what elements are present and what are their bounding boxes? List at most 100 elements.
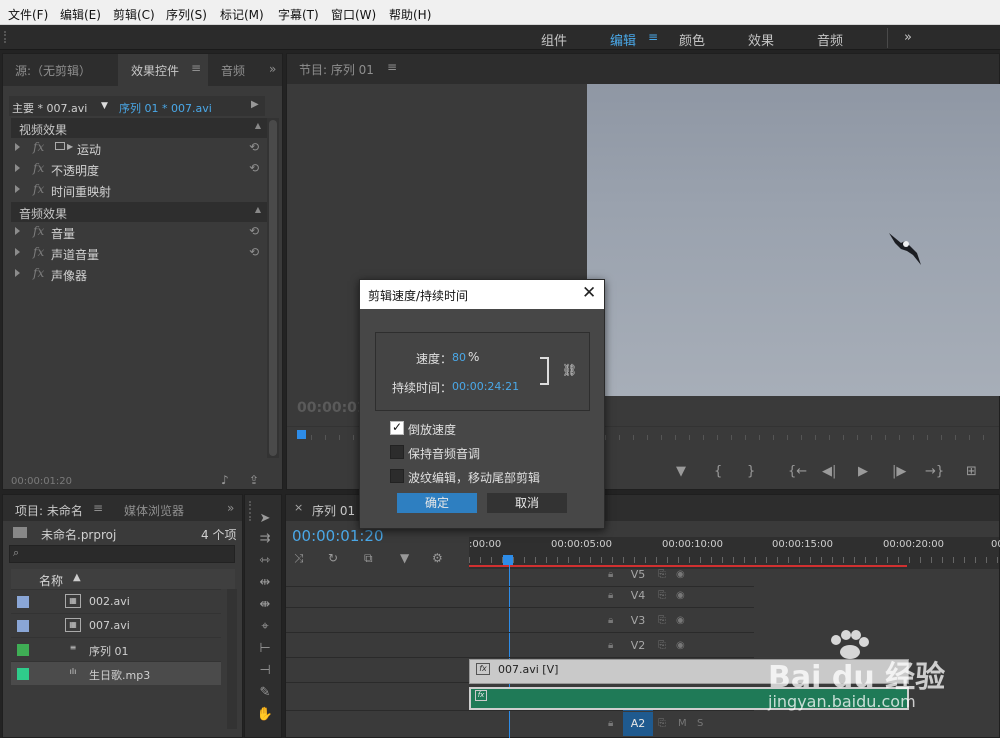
expand-icon[interactable] (15, 185, 20, 193)
eye-icon[interactable]: ◉ (676, 615, 685, 626)
maintain-pitch-label[interactable]: 保持音频音调 (408, 445, 480, 462)
scroll-thumb[interactable] (269, 120, 277, 456)
lock-icon[interactable]: 🔒︎ (608, 569, 613, 580)
expand-icon[interactable] (15, 143, 20, 151)
project-item-007[interactable]: ▦ 007.avi (11, 613, 221, 637)
play-icon[interactable]: ▶ (251, 99, 259, 110)
tab-effect-controls[interactable]: 效果控件 (131, 62, 179, 79)
menu-title[interactable]: 字幕(T) (278, 6, 319, 23)
lock-icon[interactable]: 🔒︎ (608, 640, 613, 651)
reset-icon[interactable]: ⟲ (249, 224, 259, 238)
lock-icon[interactable]: 🔒︎ (608, 615, 613, 626)
play-icon[interactable]: ▶ (858, 464, 868, 479)
effect-row-channel-volume[interactable]: fx 声道音量 ⟲ (11, 243, 267, 264)
speed-value-input[interactable]: 80 (452, 351, 466, 364)
eye-icon[interactable]: ◉ (676, 590, 685, 601)
menu-edit[interactable]: 编辑(E) (60, 6, 101, 23)
scrollbar[interactable] (227, 589, 237, 729)
ripple-edit-tool-icon[interactable]: ⇿ (255, 553, 275, 573)
play-audio-icon[interactable]: ♪ (221, 473, 229, 487)
pen-tool-icon[interactable]: ✎ (255, 685, 275, 705)
solo-button[interactable]: S (697, 718, 703, 729)
maintain-pitch-checkbox[interactable] (390, 445, 404, 459)
tab-media-browser[interactable]: 媒体浏览器 (124, 502, 184, 519)
sync-lock-icon[interactable]: ⎘ (658, 615, 666, 626)
step-back-icon[interactable]: ◀| (822, 464, 836, 479)
video-frame[interactable] (587, 84, 1000, 396)
workspace-tab-color[interactable]: 颜色 (679, 30, 705, 49)
expand-icon[interactable] (15, 164, 20, 172)
export-icon[interactable]: ⇪ (249, 473, 259, 487)
menu-sequence[interactable]: 序列(S) (166, 6, 207, 23)
reverse-speed-label[interactable]: 倒放速度 (408, 421, 456, 438)
track-select-tool-icon[interactable]: ⇉ (255, 531, 275, 551)
chain-link-icon[interactable]: ⛓︎ (562, 363, 577, 377)
effect-row-opacity[interactable]: fx 不透明度 ⟲ (11, 159, 267, 180)
add-marker-icon[interactable]: ▼ (676, 464, 686, 479)
workspace-tab-audio[interactable]: 音频 (817, 30, 843, 49)
expand-icon[interactable] (15, 269, 20, 277)
menu-icon[interactable]: ≡ (93, 501, 103, 515)
selection-tool-icon[interactable]: ➤ (255, 511, 275, 531)
reverse-speed-checkbox[interactable]: ✓ (390, 420, 404, 435)
label-color-swatch[interactable] (17, 596, 29, 608)
slip-tool-icon[interactable]: ⊢ (255, 641, 275, 661)
tab-sequence[interactable]: 序列 01 (312, 502, 355, 519)
timeline-timecode[interactable]: 00:00:01:20 (292, 527, 384, 545)
collapse-icon[interactable]: ▲ (255, 121, 261, 130)
project-item-002[interactable]: ▦ 002.avi (11, 589, 221, 613)
name-column-header[interactable]: 名称 (39, 572, 63, 589)
sync-lock-icon[interactable]: ⎘ (658, 718, 666, 729)
menu-help[interactable]: 帮助(H) (389, 6, 431, 23)
close-icon[interactable]: × (294, 501, 303, 514)
rolling-edit-tool-icon[interactable]: ⇹ (255, 575, 275, 595)
hand-tool-icon[interactable]: ✋ (255, 707, 275, 727)
label-color-swatch[interactable] (17, 644, 29, 656)
scrollbar[interactable] (267, 118, 279, 458)
track-target-v4[interactable]: V4 (623, 584, 653, 608)
mark-in-icon[interactable]: { (714, 464, 722, 479)
lock-icon[interactable]: 🔒︎ (608, 718, 613, 729)
menu-icon[interactable]: ≡ (387, 60, 397, 74)
tab-audio[interactable]: 音频 (221, 62, 245, 79)
ripple-edit-label[interactable]: 波纹编辑，移动尾部剪辑 (408, 469, 540, 486)
master-clip-label[interactable]: 主要 * 007.avi (12, 100, 87, 116)
tab-source[interactable]: 源:（无剪辑） (15, 62, 91, 79)
eye-icon[interactable]: ◉ (676, 569, 685, 580)
panel-more-button[interactable]: » (227, 501, 234, 515)
effect-row-motion[interactable]: fx ▶ 运动 ⟲ (11, 138, 267, 159)
sync-lock-icon[interactable]: ⎘ (658, 640, 666, 651)
sync-lock-icon[interactable]: ⎘ (658, 569, 666, 580)
menu-icon[interactable]: ≡ (191, 61, 201, 75)
workspace-tab-assembly[interactable]: 组件 (541, 30, 567, 49)
menu-icon[interactable]: ≡ (648, 30, 658, 44)
expand-icon[interactable] (15, 227, 20, 235)
razor-tool-icon[interactable]: ⌖ (255, 619, 275, 639)
menu-window[interactable]: 窗口(W) (331, 6, 376, 23)
project-item-mp3[interactable]: ılı 生日歌.mp3 (11, 661, 221, 685)
menu-clip[interactable]: 剪辑(C) (113, 6, 155, 23)
track-target-v2[interactable]: V2 (623, 634, 653, 658)
eye-icon[interactable]: ◉ (676, 640, 685, 651)
go-to-in-icon[interactable]: {← (788, 464, 807, 479)
motion-transform-icon[interactable] (55, 142, 65, 150)
reset-icon[interactable]: ⟲ (249, 245, 259, 259)
tab-project[interactable]: 项目: 未命名 (15, 502, 83, 519)
workspace-more-button[interactable]: » (904, 30, 912, 45)
ripple-edit-checkbox[interactable] (390, 469, 404, 483)
workspace-tab-effects[interactable]: 效果 (748, 30, 774, 49)
sync-lock-icon[interactable]: ⎘ (658, 590, 666, 601)
video-clip[interactable]: fx 007.avi [V] (469, 659, 909, 684)
lock-icon[interactable]: 🔒︎ (608, 590, 613, 601)
effect-row-panner[interactable]: fx 声像器 (11, 264, 267, 285)
effect-row-volume[interactable]: fx 音量 ⟲ (11, 222, 267, 243)
sequence-clip-label[interactable]: 序列 01 * 007.avi (119, 100, 212, 116)
cancel-button[interactable]: 取消 (487, 493, 567, 513)
collapse-icon[interactable]: ▲ (255, 205, 261, 214)
ok-button[interactable]: 确定 (397, 493, 477, 513)
tab-program[interactable]: 节目: 序列 01 (299, 61, 374, 78)
rate-stretch-tool-icon[interactable]: ⇼ (255, 597, 275, 617)
step-forward-icon[interactable]: |▶ (892, 464, 906, 479)
panel-more-button[interactable]: » (269, 62, 276, 76)
label-color-swatch[interactable] (17, 668, 29, 680)
